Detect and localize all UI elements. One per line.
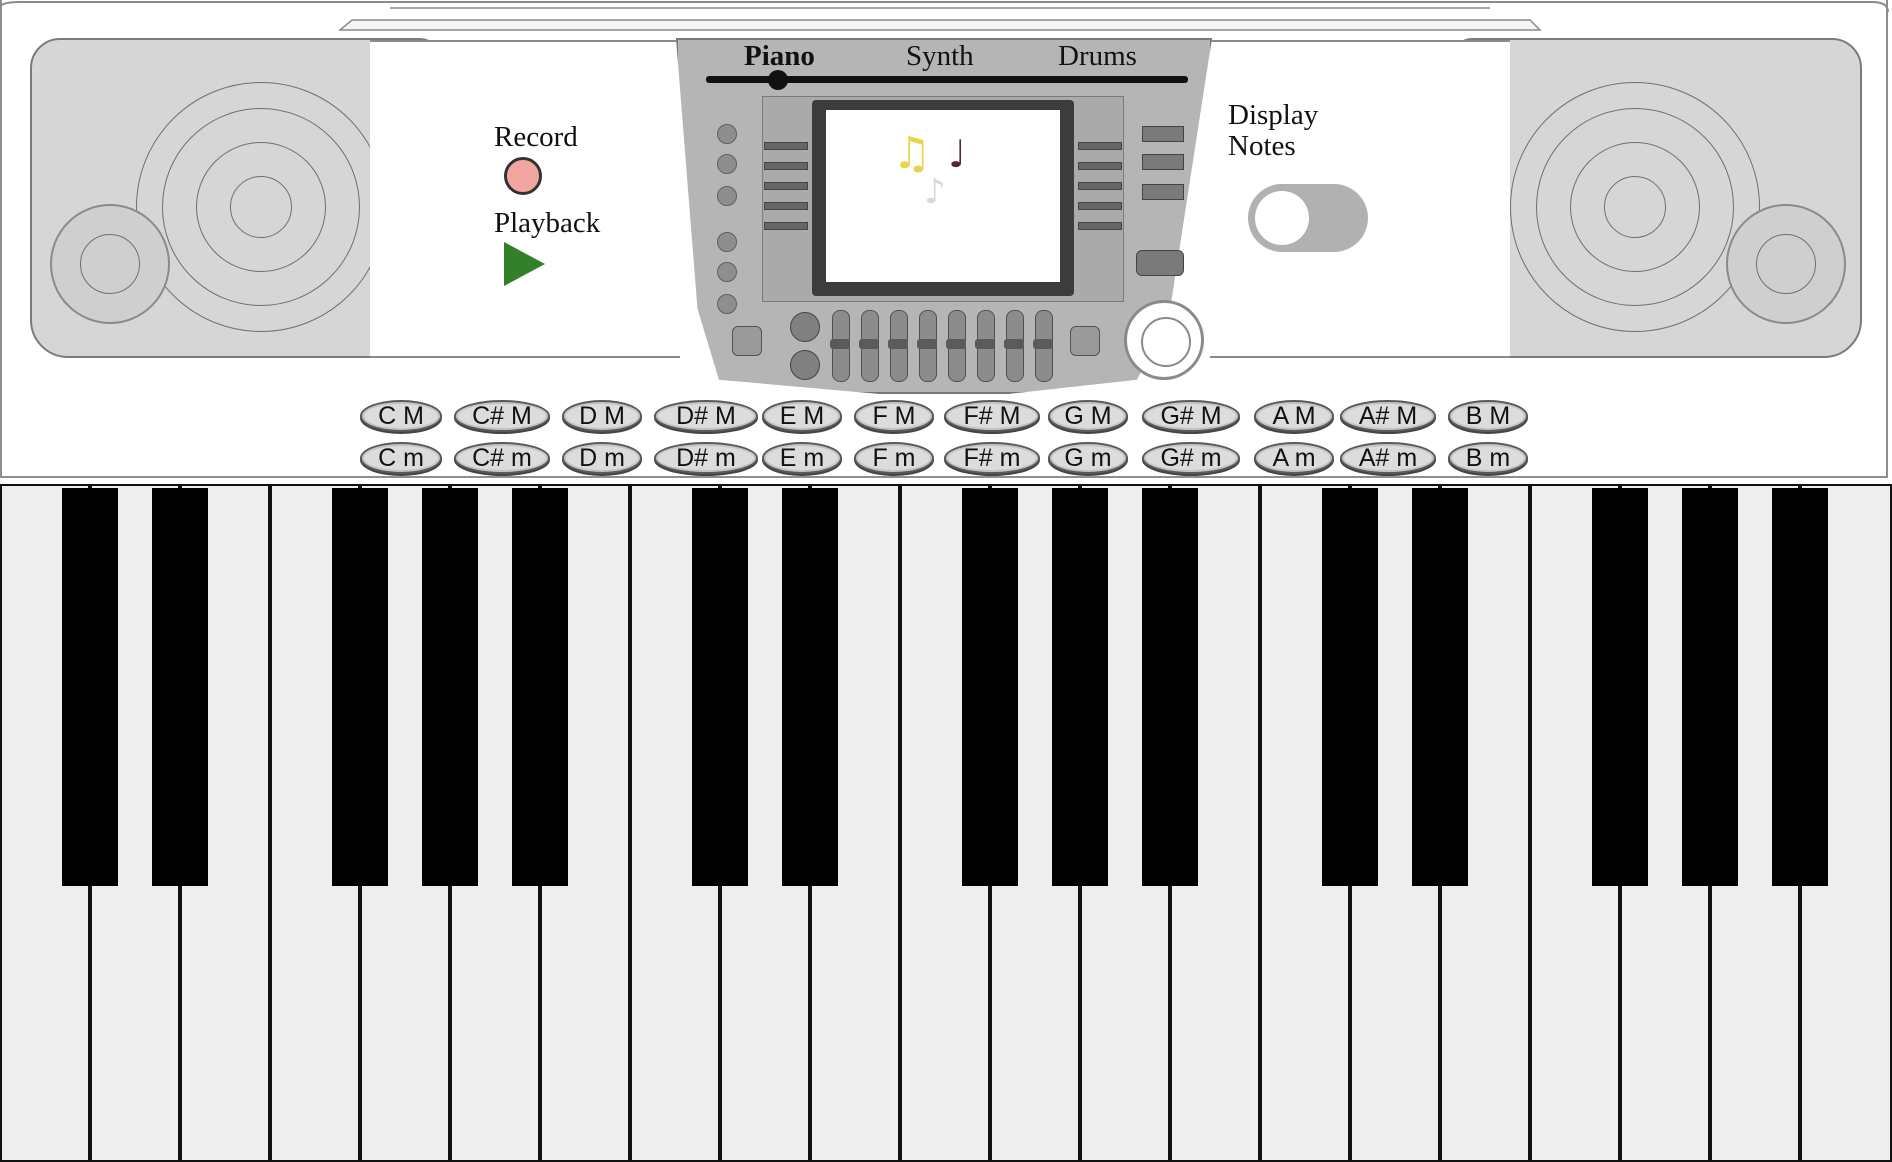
piano-black-key[interactable] [1682, 488, 1738, 886]
console-slider [1078, 222, 1122, 230]
chord-button-minor[interactable]: A# m [1340, 442, 1436, 474]
chord-button-minor[interactable]: F# m [944, 442, 1040, 474]
piano-black-key[interactable] [1052, 488, 1108, 886]
console-slider [764, 162, 808, 170]
chord-button-major[interactable]: E M [762, 400, 842, 432]
chord-button-major[interactable]: A M [1254, 400, 1334, 432]
mode-piano[interactable]: Piano [744, 40, 815, 73]
chord-button-major[interactable]: D M [562, 400, 642, 432]
chord-button-minor[interactable]: B m [1448, 442, 1528, 474]
keyboard-app: Piano Synth Drums ♫ ♩ ♪ Record Playback [0, 0, 1892, 1162]
chord-button-major[interactable]: G# M [1142, 400, 1240, 432]
console-fader [1004, 310, 1024, 382]
right-speaker [1452, 38, 1862, 358]
display-notes-label: Display Notes [1228, 100, 1318, 162]
volume-dial[interactable] [1124, 300, 1204, 380]
console-slider [764, 222, 808, 230]
chord-button-minor[interactable]: C m [360, 442, 442, 474]
console-rect-button [1142, 154, 1184, 170]
record-button[interactable] [504, 157, 542, 195]
console-fader [917, 310, 937, 382]
note-display-screen: ♫ ♩ ♪ [826, 110, 1060, 282]
chord-button-minor[interactable]: E m [762, 442, 842, 474]
console-square-button [1070, 326, 1100, 356]
record-label: Record [494, 121, 578, 153]
console-round-button [790, 312, 820, 342]
chord-button-major[interactable]: A# M [1340, 400, 1436, 432]
chord-button-major[interactable]: F# M [944, 400, 1040, 432]
mode-slider-thumb[interactable] [768, 70, 788, 90]
mode-drums[interactable]: Drums [1058, 40, 1137, 73]
display-notes-label-line2: Notes [1228, 130, 1296, 162]
chord-button-minor[interactable]: F m [854, 442, 934, 474]
piano-black-key[interactable] [1322, 488, 1378, 886]
console-button [717, 232, 737, 252]
display-notes-label-line1: Display [1228, 99, 1319, 131]
note-icon: ♪ [924, 172, 946, 212]
chord-button-major[interactable]: D# M [654, 400, 758, 432]
console-slider [1078, 202, 1122, 210]
mode-synth[interactable]: Synth [906, 40, 974, 73]
chord-button-minor[interactable]: D# m [654, 442, 758, 474]
console-slider [1078, 142, 1122, 150]
console-fader [888, 310, 908, 382]
playback-label: Playback [494, 207, 601, 239]
piano-black-key[interactable] [692, 488, 748, 886]
chord-button-major[interactable]: F M [854, 400, 934, 432]
piano-black-key[interactable] [332, 488, 388, 886]
chord-button-major[interactable]: C M [360, 400, 442, 432]
chord-button-major[interactable]: G M [1048, 400, 1128, 432]
console-rect-button [1142, 126, 1184, 142]
piano-black-key[interactable] [422, 488, 478, 886]
chord-button-minor[interactable]: D m [562, 442, 642, 474]
piano-black-key[interactable] [1772, 488, 1828, 886]
console-fader [946, 310, 966, 382]
piano-black-key[interactable] [1142, 488, 1198, 886]
left-control-panel [370, 40, 680, 358]
piano-black-key[interactable] [512, 488, 568, 886]
console-slider [1078, 182, 1122, 190]
display-notes-toggle[interactable] [1248, 184, 1368, 252]
console-button [717, 154, 737, 174]
console-rect-button [1142, 184, 1184, 200]
console-slider [764, 142, 808, 150]
console-button [717, 186, 737, 206]
console-slider [764, 182, 808, 190]
chord-button-major[interactable]: B M [1448, 400, 1528, 432]
console-button [717, 124, 737, 144]
note-icon: ♩ [948, 132, 966, 176]
piano-black-key[interactable] [152, 488, 208, 886]
chord-button-minor[interactable]: G m [1048, 442, 1128, 474]
piano-black-key[interactable] [62, 488, 118, 886]
piano-black-key[interactable] [782, 488, 838, 886]
playback-button[interactable] [504, 242, 545, 286]
piano-black-key[interactable] [1412, 488, 1468, 886]
console-slider [1078, 162, 1122, 170]
console-fader [975, 310, 995, 382]
console-fader [830, 310, 850, 382]
toggle-knob [1255, 191, 1309, 245]
piano-black-key[interactable] [1592, 488, 1648, 886]
console-slider [764, 202, 808, 210]
chord-button-minor[interactable]: G# m [1142, 442, 1240, 474]
console-button [717, 262, 737, 282]
console-fader [859, 310, 879, 382]
chord-button-major[interactable]: C# M [454, 400, 550, 432]
console-button [717, 294, 737, 314]
console-rect-button [1136, 250, 1184, 276]
piano-keyboard [0, 484, 1892, 1162]
console-fader [1033, 310, 1053, 382]
chord-button-minor[interactable]: A m [1254, 442, 1334, 474]
chord-button-minor[interactable]: C# m [454, 442, 550, 474]
piano-black-key[interactable] [962, 488, 1018, 886]
console-square-button [732, 326, 762, 356]
console-round-button [790, 350, 820, 380]
